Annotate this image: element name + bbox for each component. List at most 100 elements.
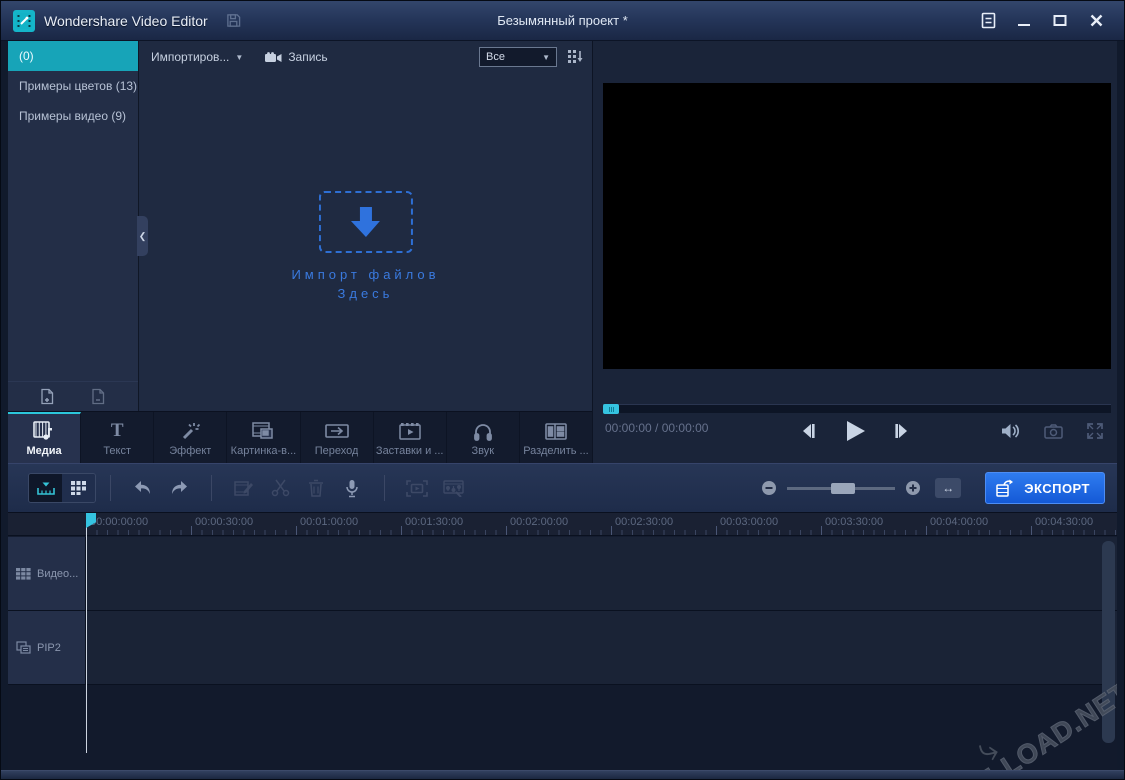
import-dropzone-text: Импорт файлов Здесь — [291, 265, 439, 303]
track-pip2-header[interactable]: PIP2 — [8, 611, 86, 684]
tab-transition[interactable]: Переход — [301, 412, 374, 463]
toolbar-divider — [110, 475, 111, 501]
track-video: Видео... — [8, 537, 1117, 611]
chevron-down-icon: ▼ — [235, 53, 243, 62]
media-panel-toolbar: Импортиров... ▼ Запись — [139, 41, 592, 73]
sidebar-item-sample-videos[interactable]: Примеры видео (9) — [8, 101, 138, 131]
storyboard-view-button[interactable] — [62, 474, 95, 502]
tab-split-screen[interactable]: Разделить ... — [520, 412, 592, 463]
redo-button[interactable] — [161, 473, 197, 503]
app-title: Wondershare Video Editor — [44, 13, 208, 29]
media-library-sidebar: (0) Примеры цветов (13) Примеры видео (9… — [8, 41, 139, 411]
save-icon[interactable] — [226, 13, 241, 28]
filter-select[interactable]: Все ▼ — [479, 47, 557, 67]
sidebar-footer — [8, 381, 138, 411]
track-video-lane[interactable] — [86, 537, 1117, 610]
transport-buttons — [799, 419, 911, 443]
track-pip2-lane[interactable] — [86, 611, 1117, 684]
media-icon — [33, 420, 55, 442]
timeline-zoom-slider[interactable] — [787, 487, 895, 490]
media-browser-column: (0) Примеры цветов (13) Примеры видео (9… — [8, 41, 592, 463]
ruler-label: 00:01:00:00 — [300, 516, 358, 528]
audio-mixer-button[interactable] — [435, 473, 471, 503]
pip-track-icon — [16, 641, 31, 654]
filter-select-value: Все — [486, 51, 505, 63]
import-dropdown-label: Импортиров... — [151, 50, 229, 64]
tab-intro-credit[interactable]: Заставки и ... — [374, 412, 447, 463]
record-button[interactable]: Запись — [265, 50, 327, 64]
ruler-label: 00:03:00:00 — [720, 516, 778, 528]
media-panel: Импортиров... ▼ Запись — [139, 41, 592, 411]
sidebar-item-sample-colors[interactable]: Примеры цветов (13) — [8, 71, 138, 101]
title-bar: Wondershare Video Editor Безымянный прое… — [1, 1, 1124, 41]
next-frame-button[interactable] — [893, 422, 911, 440]
window-controls — [974, 10, 1124, 32]
intro-clip-icon — [399, 420, 421, 442]
fullscreen-icon[interactable] — [1087, 423, 1103, 439]
close-button[interactable] — [1082, 10, 1110, 32]
view-mode-toggle — [28, 473, 96, 503]
tab-pip[interactable]: Картинка-в... — [227, 412, 300, 463]
tab-label: Переход — [315, 445, 359, 457]
scene-detection-button[interactable] — [399, 473, 435, 503]
timeline-ruler[interactable]: 00:00:00:00 00:00:30:00 00:01:00:00 00:0… — [8, 513, 1117, 536]
tab-text[interactable]: T Текст — [81, 412, 154, 463]
track-video-header[interactable]: Видео... — [8, 537, 86, 610]
time-display: 00:00:00 / 00:00:00 — [605, 421, 708, 435]
remove-folder-icon[interactable] — [91, 388, 106, 405]
export-button[interactable]: ЭКСПОРТ — [985, 472, 1105, 504]
ruler-label: 00:03:30:00 — [825, 516, 883, 528]
magic-wand-icon — [180, 420, 200, 442]
seek-bar[interactable] — [603, 404, 1111, 413]
sidebar-item-current-folder[interactable]: (0) — [8, 41, 138, 71]
timeline-scrollbar[interactable] — [1102, 541, 1115, 743]
minimize-button[interactable] — [1010, 10, 1038, 32]
volume-icon[interactable] — [1001, 423, 1020, 439]
delete-button[interactable] — [298, 473, 334, 503]
export-icon — [996, 479, 1016, 497]
tab-label: Медиа — [26, 445, 61, 457]
toolbar-divider — [211, 475, 212, 501]
toolbar-right: ↔ ЭКСПОРТ — [761, 472, 1105, 504]
tab-sound[interactable]: Звук — [447, 412, 520, 463]
zoom-slider-handle[interactable] — [831, 483, 855, 494]
add-folder-icon[interactable] — [40, 388, 55, 405]
import-dropzone[interactable]: Импорт файлов Здесь — [291, 191, 439, 303]
play-button[interactable] — [843, 419, 867, 443]
edit-clip-button[interactable] — [226, 473, 262, 503]
zoom-out-icon[interactable] — [761, 480, 777, 496]
ruler-label: 00:00:00:00 — [90, 516, 148, 528]
record-voiceover-button[interactable] — [334, 473, 370, 503]
sidebar-collapse-handle[interactable]: ❮ — [137, 216, 148, 256]
playhead-line — [86, 523, 87, 753]
zoom-fit-button[interactable]: ↔ — [935, 478, 961, 498]
zoom-in-icon[interactable] — [905, 480, 921, 496]
ruler-label: 00:02:00:00 — [510, 516, 568, 528]
ruler-label: 00:00:30:00 — [195, 516, 253, 528]
playback-controls: 00:00:00 / 00:00:00 — [593, 413, 1117, 463]
previous-frame-button[interactable] — [799, 422, 817, 440]
maximize-button[interactable] — [1046, 10, 1074, 32]
text-icon: T — [111, 420, 124, 442]
snapshot-icon[interactable] — [1044, 424, 1063, 439]
export-label: ЭКСПОРТ — [1024, 481, 1090, 496]
sort-view-icon[interactable] — [567, 49, 584, 65]
tab-media[interactable]: Медиа — [8, 412, 81, 463]
toolbar-divider — [384, 475, 385, 501]
tab-label: Картинка-в... — [231, 445, 297, 457]
import-dropdown[interactable]: Импортиров... ▼ — [151, 50, 243, 64]
tab-label: Заставки и ... — [376, 445, 444, 457]
download-arrow-icon — [347, 205, 385, 239]
video-track-icon — [16, 568, 31, 580]
window-menu-button[interactable] — [974, 10, 1002, 32]
undo-button[interactable] — [125, 473, 161, 503]
split-screen-icon — [545, 420, 567, 442]
timeline-empty-area[interactable] — [8, 685, 1117, 770]
video-viewport — [603, 83, 1111, 369]
media-browser: (0) Примеры цветов (13) Примеры видео (9… — [8, 41, 592, 411]
record-label: Запись — [288, 50, 327, 64]
split-scissors-button[interactable] — [262, 473, 298, 503]
timeline-view-button[interactable] — [29, 474, 62, 502]
tab-effect[interactable]: Эффект — [154, 412, 227, 463]
timeline-panel: 00:00:00:00 00:00:30:00 00:01:00:00 00:0… — [8, 513, 1117, 770]
